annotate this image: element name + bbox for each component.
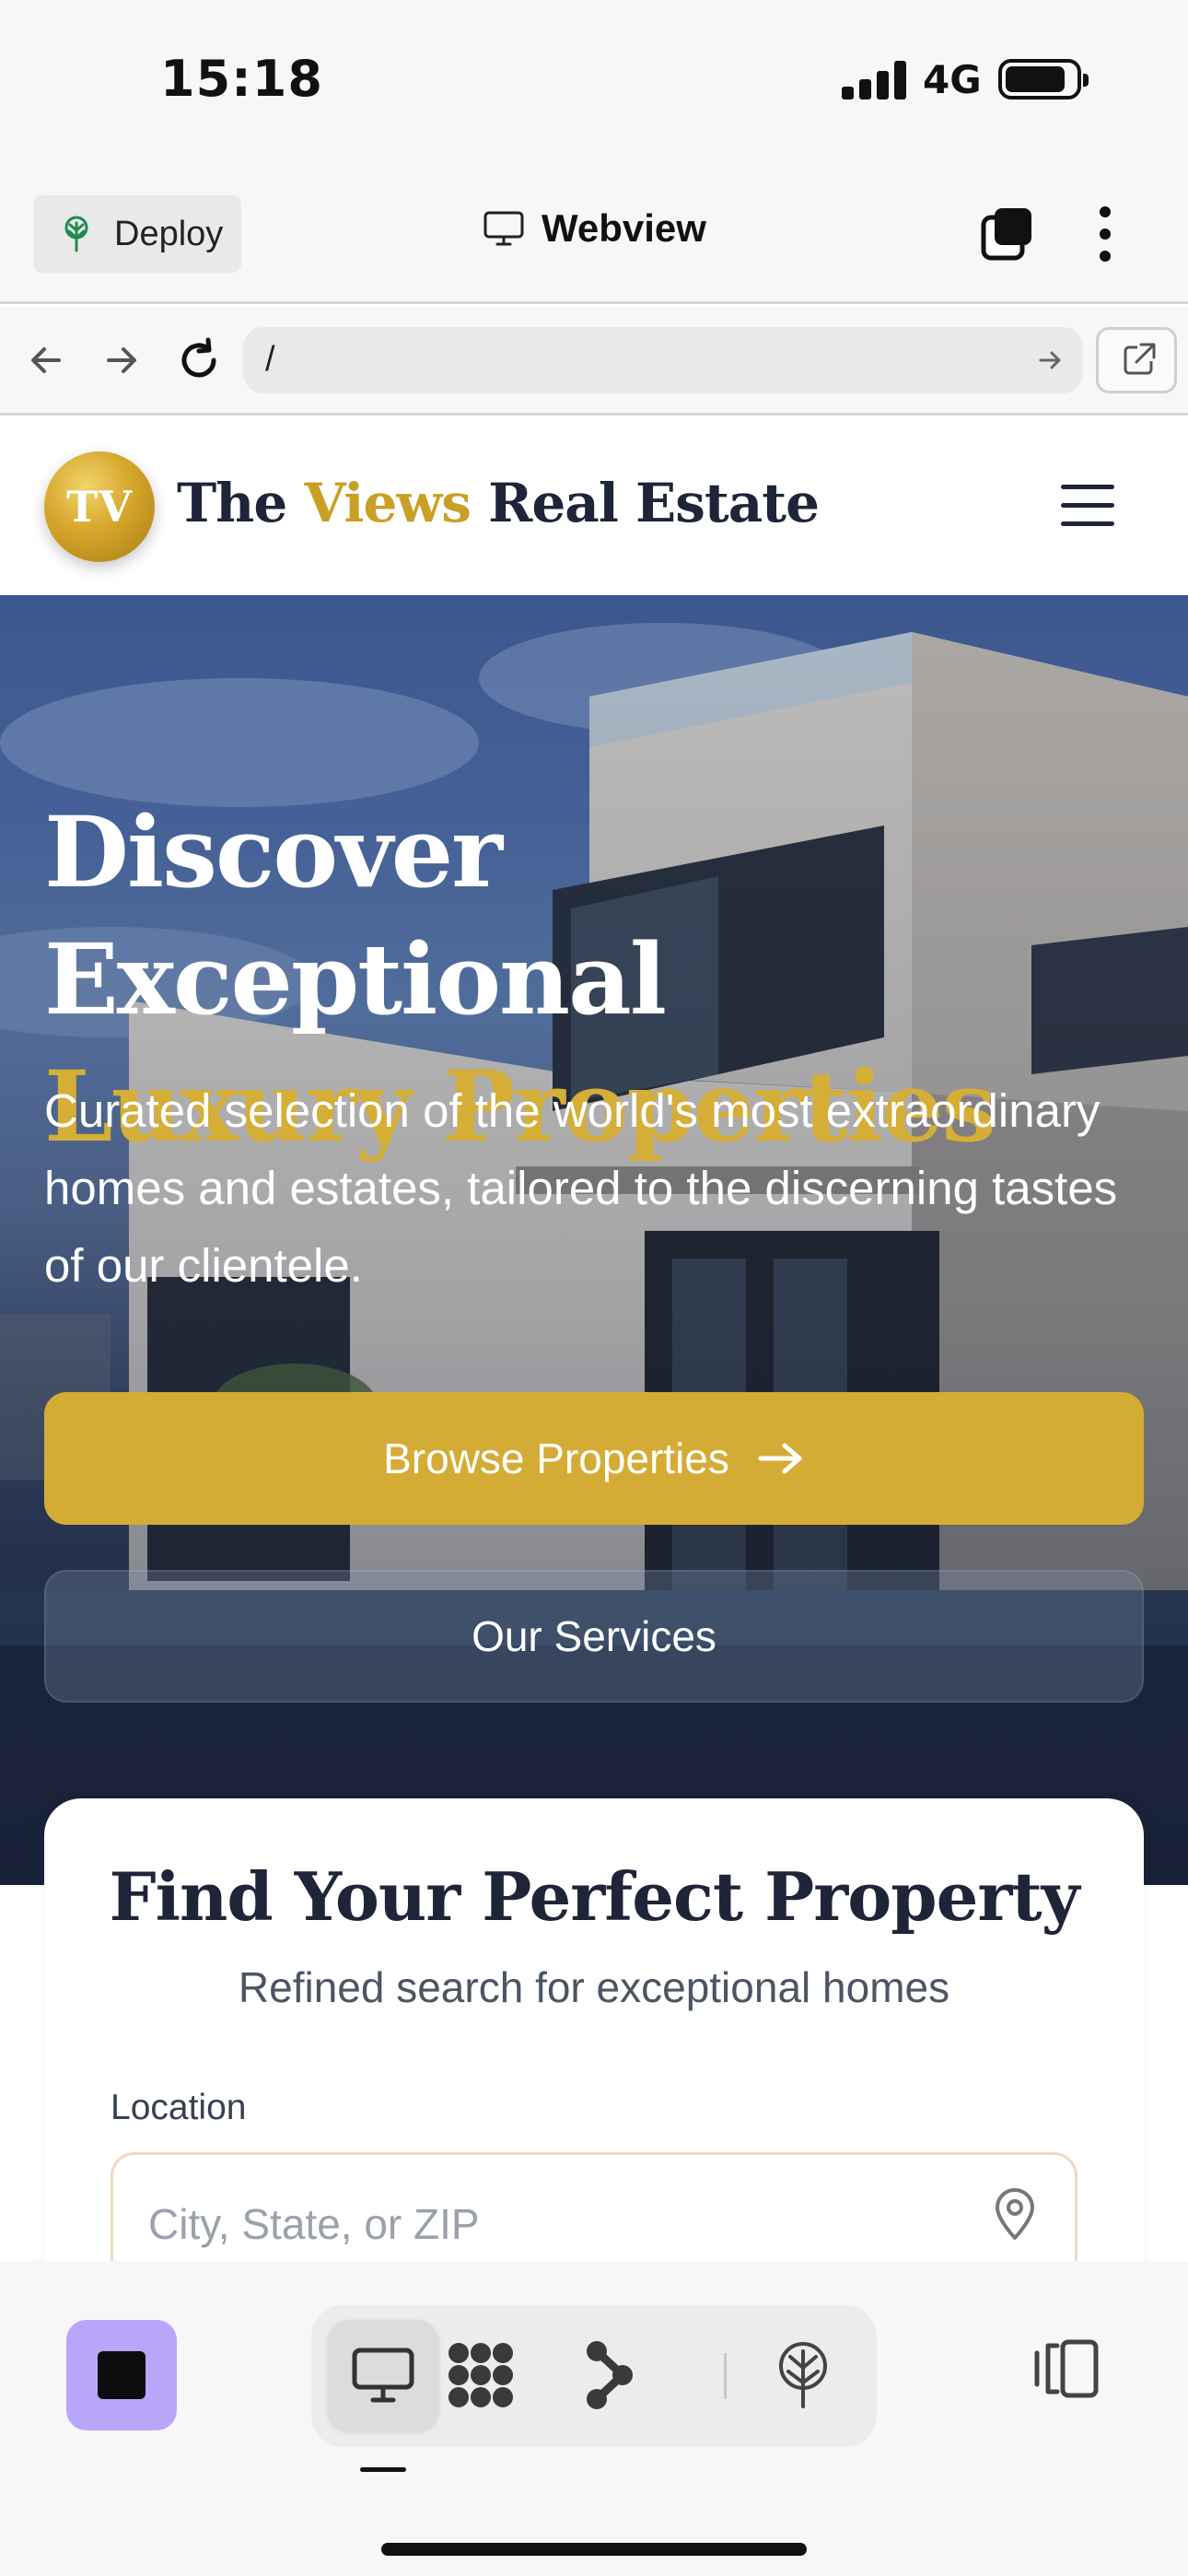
browse-properties-button[interactable]: Browse Properties — [44, 1392, 1144, 1525]
brand-part-1: The — [177, 472, 305, 534]
more-menu-icon[interactable] — [1087, 205, 1124, 263]
url-path: / — [265, 340, 275, 379]
home-indicator — [381, 2543, 807, 2556]
forward-arrow-icon[interactable] — [94, 333, 149, 388]
brand-name[interactable]: The Views Real Estate — [177, 472, 820, 534]
location-placeholder: City, State, or ZIP — [148, 2200, 480, 2248]
webview-title: Webview — [483, 206, 706, 251]
tool-separator — [724, 2353, 727, 2399]
grid-cluster-icon — [448, 2343, 513, 2407]
tool-deploy-button[interactable] — [748, 2320, 858, 2430]
battery-icon — [998, 59, 1089, 100]
our-services-label: Our Services — [472, 1612, 716, 1660]
reload-icon[interactable] — [171, 333, 227, 388]
deploy-tree-icon — [779, 2342, 827, 2408]
status-bar: 15:18 4G — [0, 0, 1188, 166]
tool-webview-button[interactable] — [328, 2320, 438, 2430]
status-time: 15:18 — [160, 50, 323, 108]
deploy-label: Deploy — [114, 214, 224, 253]
hamburger-menu-icon[interactable] — [1061, 485, 1114, 527]
url-bar: / — [0, 307, 1188, 416]
panel-toggle-icon[interactable] — [1031, 2336, 1101, 2401]
deploy-tree-icon — [64, 216, 88, 252]
app-toolbar: Deploy Webview — [0, 166, 1188, 304]
brand-part-accent: Views — [304, 472, 471, 534]
site-header: TV The Views Real Estate — [0, 418, 1188, 595]
open-external-button[interactable] — [1096, 327, 1177, 393]
arrow-right-icon — [758, 1443, 802, 1474]
search-card-title: Find Your Perfect Property — [109, 1857, 1080, 1936]
tool-group — [311, 2305, 877, 2447]
stop-icon — [98, 2351, 146, 2399]
monitor-icon — [483, 211, 524, 246]
location-label: Location — [111, 2088, 247, 2127]
stop-button[interactable] — [66, 2320, 177, 2430]
tool-grid-button[interactable] — [425, 2320, 536, 2430]
logo-badge[interactable]: TV — [44, 451, 155, 562]
active-tab-indicator — [360, 2467, 406, 2472]
hero-section: Discover Exceptional Luxury Properties C… — [0, 595, 1188, 1885]
location-pin-icon — [996, 2188, 1034, 2240]
webview-title-label: Webview — [542, 206, 706, 250]
branch-icon — [587, 2341, 633, 2409]
signal-strength-icon — [842, 61, 906, 100]
url-input[interactable]: / — [243, 327, 1083, 393]
hero-subtitle: Curated selection of the world's most ex… — [44, 1084, 1118, 1292]
back-arrow-icon[interactable] — [18, 333, 74, 388]
tabs-icon[interactable] — [980, 206, 1035, 262]
deploy-button[interactable]: Deploy — [33, 195, 241, 273]
brand-part-3: Real Estate — [470, 472, 820, 534]
bottom-toolbar — [0, 2261, 1188, 2576]
go-arrow-icon[interactable] — [1033, 344, 1066, 377]
browse-properties-label: Browse Properties — [383, 1434, 729, 1482]
search-card-subtitle: Refined search for exceptional homes — [238, 1963, 950, 2011]
our-services-button[interactable]: Our Services — [44, 1570, 1144, 1703]
hero-title-line1: Discover Exceptional — [44, 794, 667, 1036]
logo-initials: TV — [66, 482, 133, 532]
monitor-icon — [352, 2348, 414, 2403]
tool-git-button[interactable] — [554, 2320, 665, 2430]
network-type: 4G — [923, 57, 982, 102]
external-link-icon — [1124, 343, 1156, 375]
